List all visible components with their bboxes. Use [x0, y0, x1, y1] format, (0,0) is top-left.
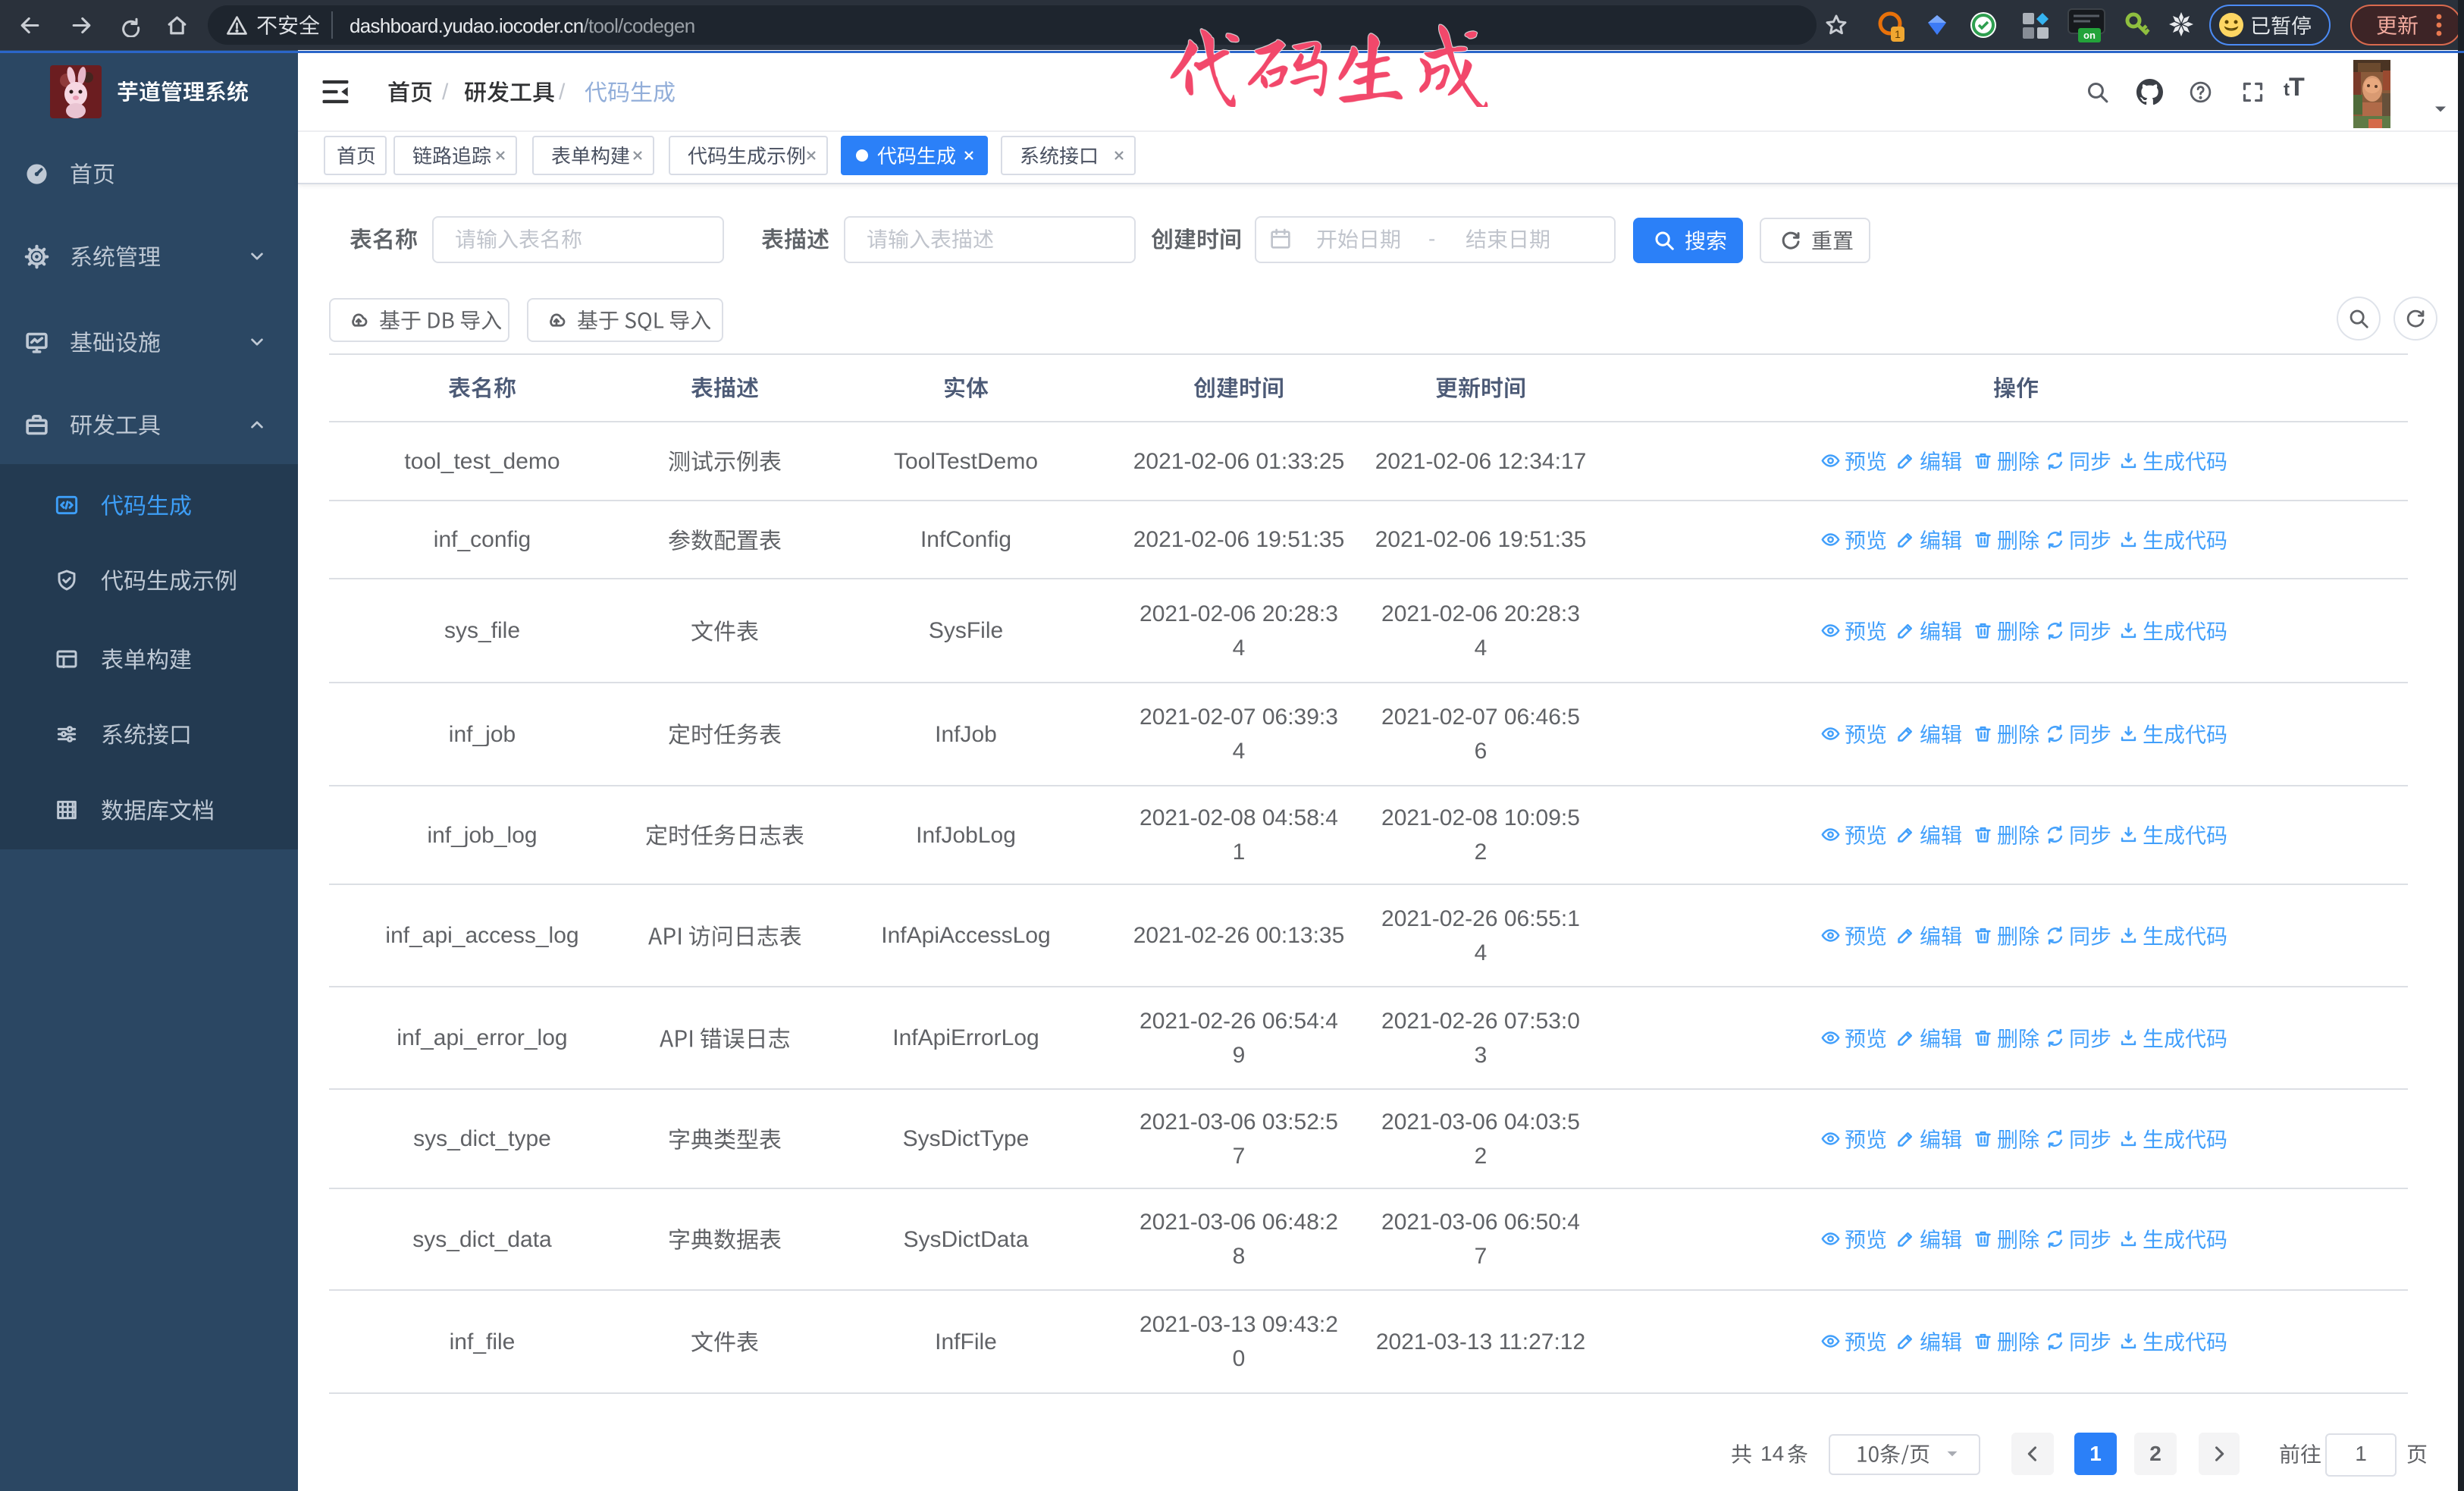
svg-text:1: 1: [1895, 28, 1901, 40]
svg-text:on: on: [2083, 30, 2096, 41]
